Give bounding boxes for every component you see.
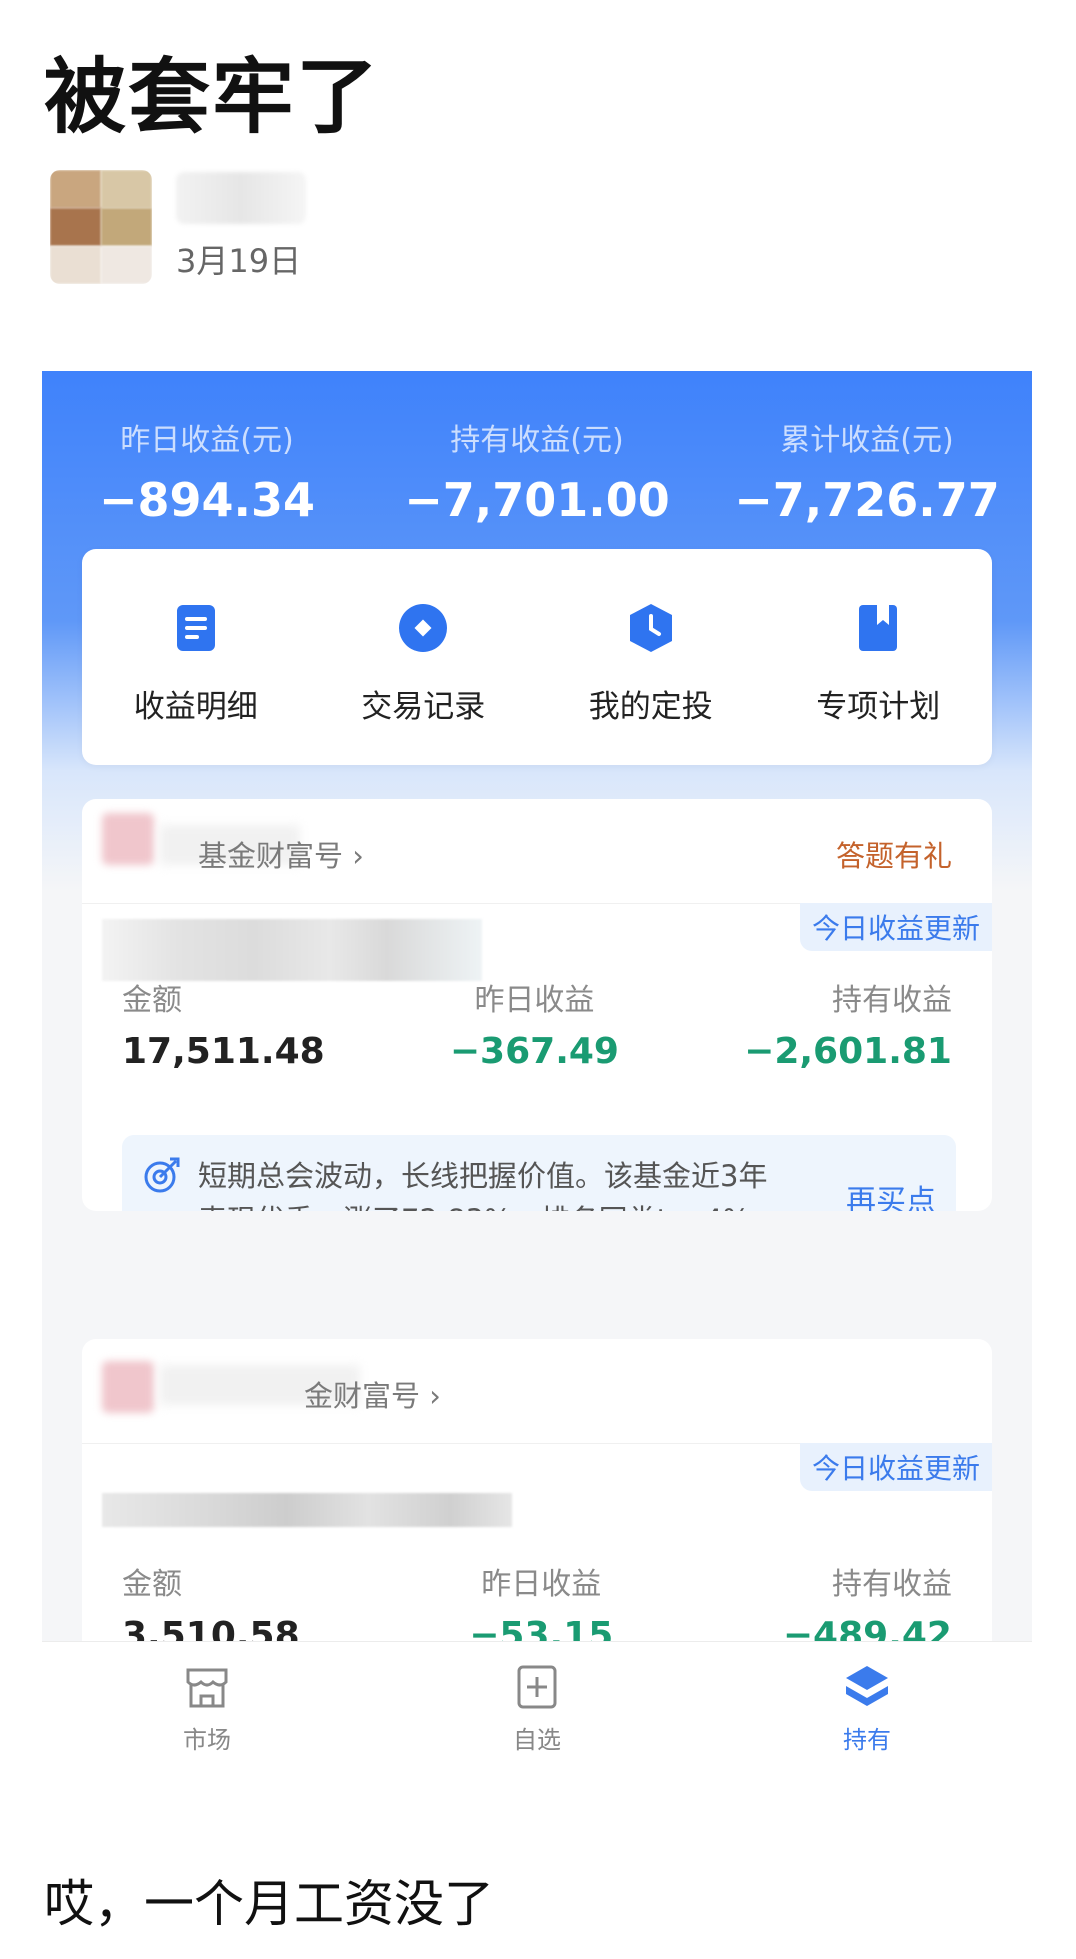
buy-more-button[interactable]: 再买点 bbox=[846, 1176, 936, 1211]
post-title: 被套牢了 bbox=[44, 50, 381, 145]
fund-title-blurred bbox=[102, 919, 482, 981]
fund-tip-box[interactable]: 短期总会波动，长线把握价值。该基金近3年 表现优秀，涨了72.83%，排名同类t… bbox=[122, 1135, 956, 1211]
quick-action-special-plan[interactable]: 专项计划 bbox=[765, 549, 993, 765]
tab-market[interactable]: 市场 bbox=[42, 1642, 372, 1802]
metric-holding: 持有收益 −489.42 bbox=[783, 1559, 952, 1641]
chevron-right-icon: › bbox=[352, 839, 364, 873]
metric-label: 持有收益 bbox=[831, 983, 952, 1018]
fund-logo-blurred bbox=[102, 1361, 154, 1413]
fund-logo-blurred bbox=[102, 813, 154, 865]
fund-title-blurred bbox=[102, 1493, 512, 1527]
tab-watchlist[interactable]: 自选 bbox=[372, 1642, 702, 1802]
quick-action-transactions[interactable]: 交易记录 bbox=[310, 549, 538, 765]
tab-label: 持有 bbox=[843, 1726, 891, 1754]
tab-label: 市场 bbox=[183, 1726, 231, 1754]
metric-value: −489.42 bbox=[782, 1615, 952, 1641]
fund-platform-link[interactable]: 基金财富号 › bbox=[198, 833, 364, 875]
fund-header[interactable]: 金财富号 › bbox=[82, 1339, 992, 1444]
update-badge: 今日收益更新 bbox=[799, 1443, 992, 1491]
summary-value: −7,701.00 bbox=[404, 473, 670, 527]
tip-line: 短期总会波动，长线把握价值。该基金近3年 bbox=[198, 1159, 768, 1193]
clock-shield-icon bbox=[629, 604, 672, 652]
metric-value: −53.15 bbox=[469, 1615, 614, 1641]
metric-value: −367.49 bbox=[449, 1031, 619, 1072]
summary-label: 昨日收益(元) bbox=[120, 423, 294, 458]
fund-header[interactable]: 基金财富号 › 答题有礼 bbox=[82, 799, 992, 904]
metric-value: −2,601.81 bbox=[744, 1031, 952, 1072]
metric-yesterday: 昨日收益 −367.49 bbox=[450, 975, 619, 1072]
quick-action-earnings-detail[interactable]: 收益明细 bbox=[82, 549, 310, 765]
circle-diamond-icon bbox=[399, 604, 448, 652]
tab-label: 自选 bbox=[513, 1726, 561, 1754]
metric-label: 昨日收益 bbox=[474, 983, 595, 1018]
quick-action-label: 我的定投 bbox=[588, 689, 713, 725]
metric-label: 持有收益 bbox=[831, 1567, 952, 1602]
metric-label: 昨日收益 bbox=[481, 1567, 602, 1602]
fund-app-screenshot: 昨日收益(元) −894.34 持有收益(元) −7,701.00 累计收益(元… bbox=[42, 371, 1032, 1641]
bottom-tab-bar: 市场 自选 持有 bbox=[42, 1641, 1032, 1802]
fund-platform-label: 基金财富号 bbox=[198, 839, 344, 873]
quick-action-label: 专项计划 bbox=[816, 689, 941, 725]
earnings-summary: 昨日收益(元) −894.34 持有收益(元) −7,701.00 累计收益(元… bbox=[42, 415, 1032, 527]
quick-action-auto-invest[interactable]: 我的定投 bbox=[537, 549, 765, 765]
metric-value: 3,510.58 bbox=[122, 1615, 300, 1641]
summary-value: −894.34 bbox=[98, 473, 316, 527]
metric-label: 金额 bbox=[122, 983, 182, 1018]
summary-value: −7,726.77 bbox=[734, 473, 1000, 527]
summary-yesterday: 昨日收益(元) −894.34 bbox=[42, 415, 372, 527]
quiz-reward-link[interactable]: 答题有礼 bbox=[836, 833, 952, 875]
metric-amount: 金额 17,511.48 bbox=[122, 975, 325, 1072]
fund-metrics: 金额 3,510.58 昨日收益 −53.15 持有收益 −489.42 bbox=[122, 1559, 952, 1641]
tip-line: 表现优秀，涨了72.83%，排名同类top4% bbox=[198, 1198, 830, 1211]
post-date: 3月19日 bbox=[176, 242, 302, 280]
summary-label: 累计收益(元) bbox=[780, 423, 954, 458]
market-icon bbox=[186, 1668, 228, 1708]
chevron-right-icon: › bbox=[429, 1379, 441, 1413]
fund-tip-text: 短期总会波动，长线把握价值。该基金近3年 表现优秀，涨了72.83%，排名同类t… bbox=[198, 1154, 830, 1211]
fund-metrics: 金额 17,511.48 昨日收益 −367.49 持有收益 −2,601.81 bbox=[122, 975, 952, 1072]
quick-action-label: 收益明细 bbox=[133, 689, 258, 725]
metric-yesterday: 昨日收益 −53.15 bbox=[469, 1559, 613, 1641]
fund-card[interactable]: 基金财富号 › 答题有礼 今日收益更新 金额 17,511.48 昨日收益 −3… bbox=[82, 799, 992, 1211]
layers-icon bbox=[846, 1666, 888, 1706]
bookmark-icon bbox=[859, 605, 898, 651]
quick-action-label: 交易记录 bbox=[361, 689, 486, 725]
summary-holding: 持有收益(元) −7,701.00 bbox=[372, 415, 702, 527]
quick-actions-card: 收益明细 交易记录 我的定投 专项计划 bbox=[82, 549, 992, 765]
summary-label: 持有收益(元) bbox=[450, 423, 624, 458]
add-square-icon bbox=[517, 1665, 557, 1709]
avatar[interactable] bbox=[50, 170, 152, 284]
fund-platform-label: 金财富号 bbox=[304, 1379, 421, 1413]
tab-holdings[interactable]: 持有 bbox=[702, 1642, 1032, 1802]
fund-card[interactable]: 金财富号 › 今日收益更新 金额 3,510.58 昨日收益 −53.15 持有… bbox=[82, 1339, 992, 1641]
metric-amount: 金额 3,510.58 bbox=[122, 1559, 300, 1641]
document-icon bbox=[176, 605, 215, 651]
target-icon bbox=[144, 1157, 180, 1193]
post-caption: 哎，一个月工资没了 bbox=[44, 1875, 494, 1933]
fund-platform-link[interactable]: 金财富号 › bbox=[304, 1373, 441, 1415]
summary-cumulative: 累计收益(元) −7,726.77 bbox=[702, 415, 1032, 527]
username-blurred[interactable] bbox=[176, 172, 306, 224]
metric-value: 17,511.48 bbox=[122, 1031, 325, 1072]
metric-label: 金额 bbox=[122, 1567, 182, 1602]
metric-holding: 持有收益 −2,601.81 bbox=[744, 975, 952, 1072]
update-badge: 今日收益更新 bbox=[799, 903, 992, 951]
